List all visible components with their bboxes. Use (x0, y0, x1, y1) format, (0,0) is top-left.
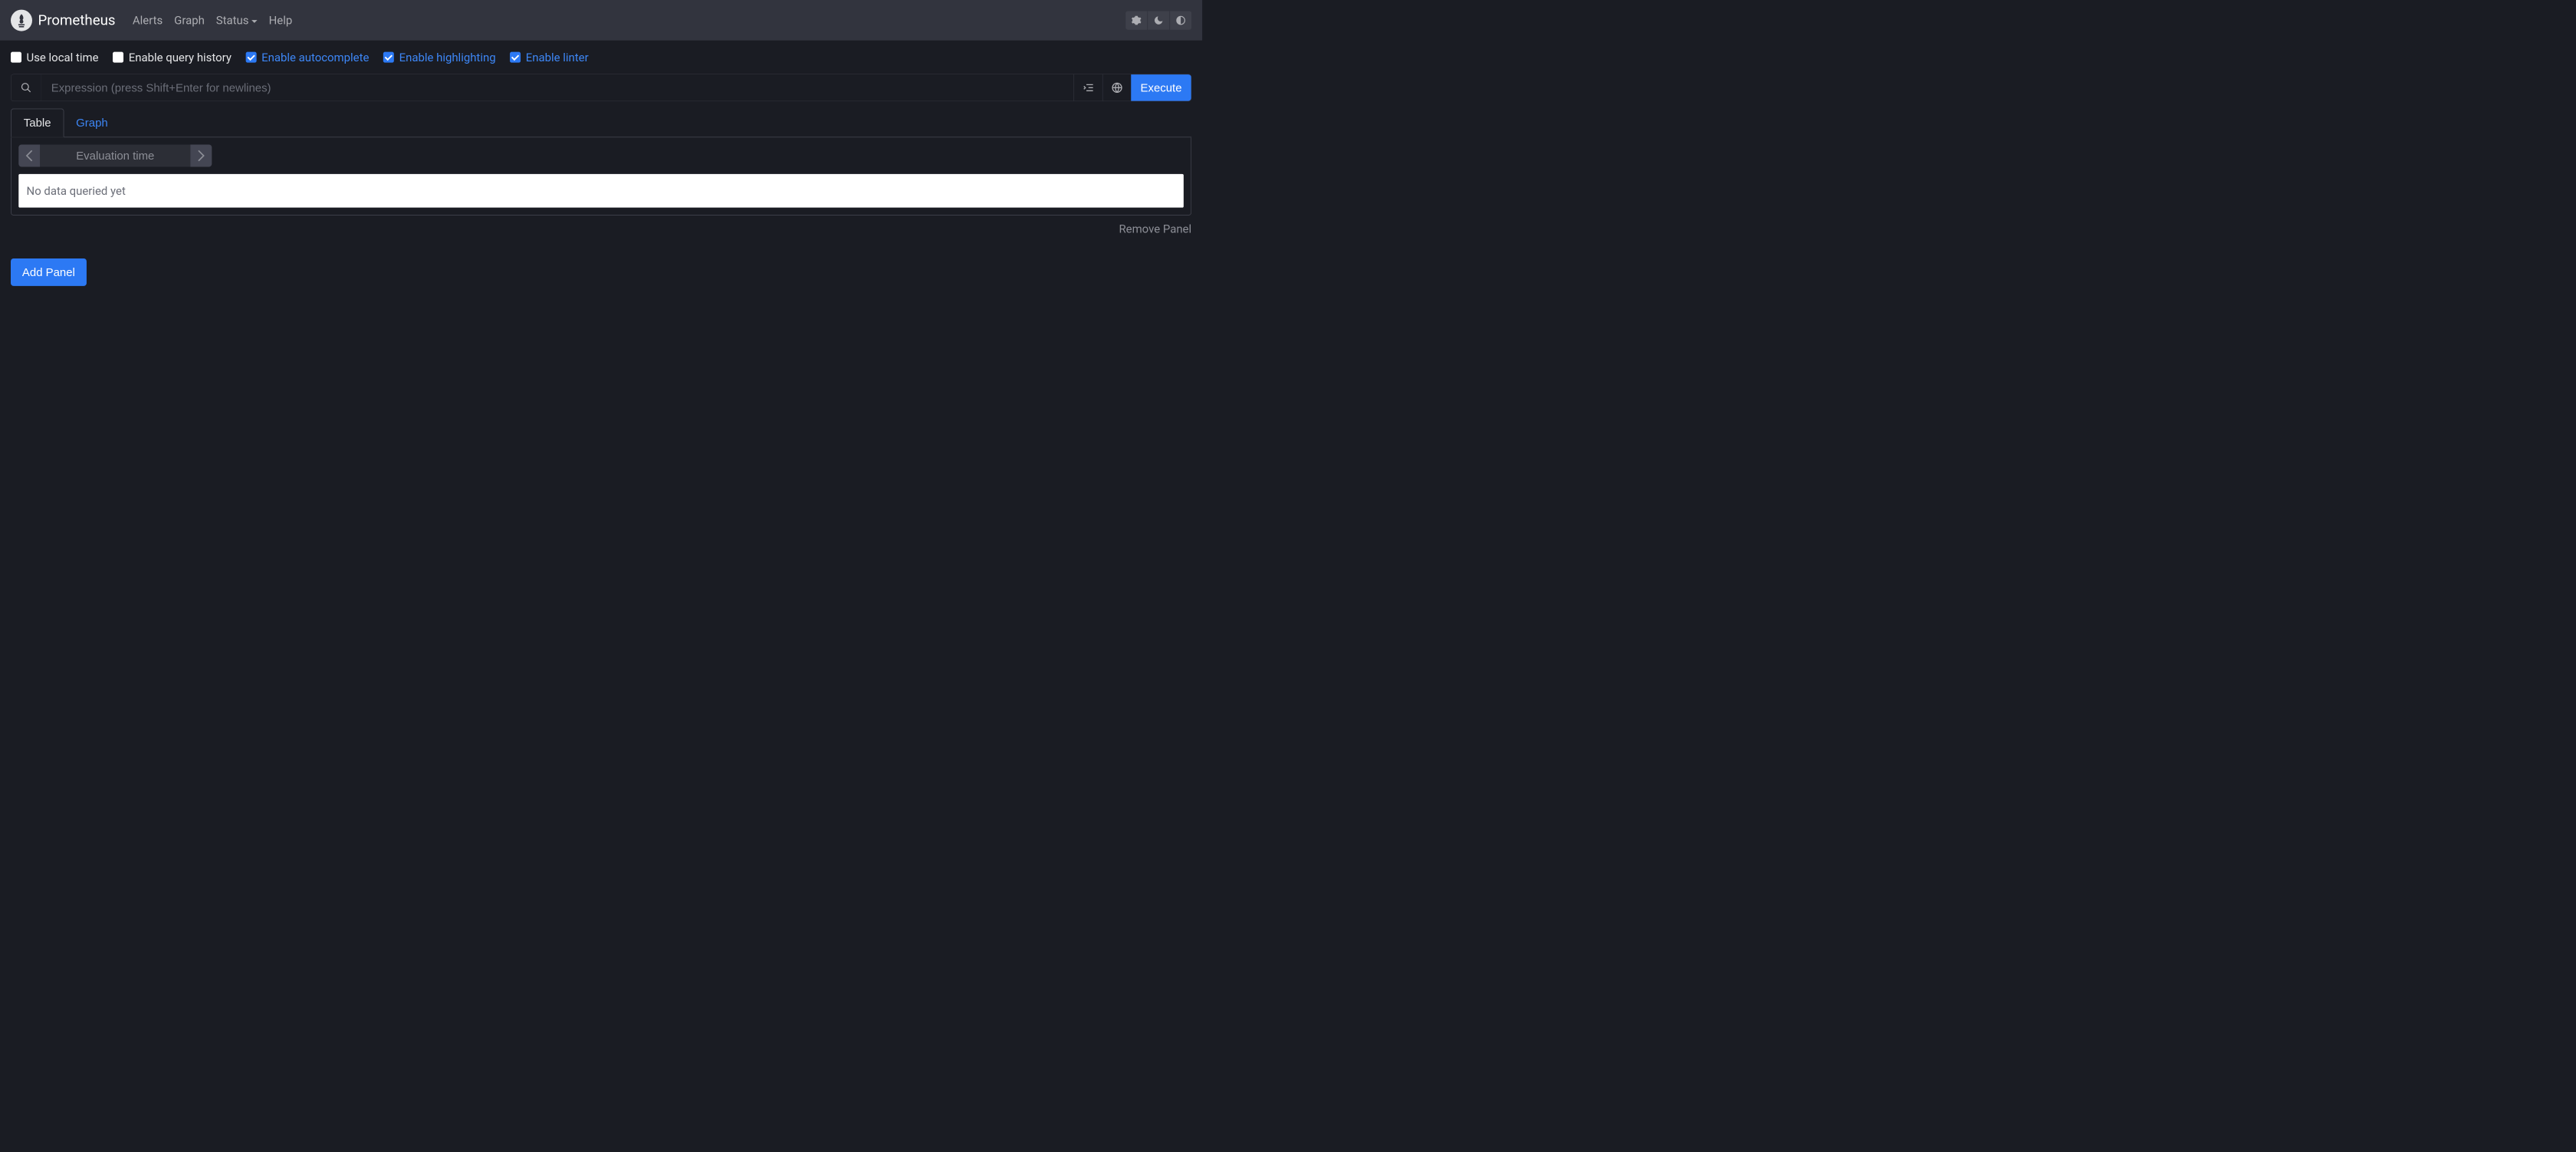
enable-query-history-label: Enable query history (129, 51, 232, 64)
gear-icon (1131, 15, 1142, 25)
enable-autocomplete-label: Enable autocomplete (261, 51, 369, 64)
main-content: Use local time Enable query history Enab… (0, 41, 1202, 296)
use-local-time-label: Use local time (27, 51, 99, 64)
add-panel-button[interactable]: Add Panel (11, 258, 87, 286)
indent-icon (1083, 81, 1095, 94)
enable-linter-option[interactable]: Enable linter (510, 51, 588, 64)
chevron-left-icon (25, 150, 33, 163)
nav-help[interactable]: Help (269, 14, 293, 28)
globe-icon (1111, 81, 1123, 94)
enable-highlighting-label: Enable highlighting (399, 51, 496, 64)
moon-icon (1153, 15, 1164, 25)
enable-linter-checkbox[interactable] (510, 52, 521, 63)
use-local-time-option[interactable]: Use local time (11, 51, 99, 64)
nav-right-icons (1125, 11, 1191, 29)
execute-button[interactable]: Execute (1131, 74, 1191, 101)
eval-time-prev-button[interactable] (18, 145, 40, 167)
tab-table[interactable]: Table (11, 108, 64, 137)
panel-body: No data queried yet (11, 137, 1191, 216)
expression-bar: Execute (11, 74, 1191, 101)
nav-status-label: Status (216, 14, 249, 28)
enable-query-history-option[interactable]: Enable query history (113, 51, 232, 64)
contrast-icon (1175, 15, 1186, 25)
metrics-explorer-button[interactable] (11, 74, 41, 101)
nav-status[interactable]: Status (216, 14, 258, 28)
remove-panel-link[interactable]: Remove Panel (11, 222, 1191, 235)
prometheus-logo-icon (11, 9, 32, 31)
search-icon (20, 82, 31, 94)
nav-alerts[interactable]: Alerts (133, 14, 163, 28)
nav-links: Alerts Graph Status Help (133, 14, 292, 28)
brand-text: Prometheus (38, 12, 115, 28)
query-result-message: No data queried yet (18, 174, 1184, 208)
tab-graph[interactable]: Graph (64, 108, 120, 137)
enable-query-history-checkbox[interactable] (113, 52, 123, 63)
expression-input[interactable] (41, 74, 1074, 101)
enable-linter-label: Enable linter (526, 51, 589, 64)
evaluation-time-input[interactable] (40, 145, 190, 167)
query-options-row: Use local time Enable query history Enab… (11, 51, 1191, 64)
use-local-time-checkbox[interactable] (11, 52, 21, 63)
eval-time-next-button[interactable] (190, 145, 212, 167)
top-navbar: Prometheus Alerts Graph Status Help (0, 0, 1202, 41)
dark-mode-button[interactable] (1148, 11, 1169, 29)
theme-toggle-button[interactable] (1170, 11, 1191, 29)
enable-highlighting-option[interactable]: Enable highlighting (383, 51, 496, 64)
chevron-down-icon (251, 20, 257, 23)
brand[interactable]: Prometheus (11, 9, 116, 31)
enable-autocomplete-option[interactable]: Enable autocomplete (246, 51, 370, 64)
settings-button[interactable] (1125, 11, 1147, 29)
enable-highlighting-checkbox[interactable] (383, 52, 394, 63)
evaluation-time-group (18, 145, 212, 167)
result-tabs: Table Graph (11, 108, 1191, 137)
expression-history-button[interactable] (1102, 74, 1131, 101)
nav-graph[interactable]: Graph (174, 14, 205, 28)
format-expression-button[interactable] (1074, 74, 1102, 101)
chevron-right-icon (197, 150, 205, 163)
enable-autocomplete-checkbox[interactable] (246, 52, 257, 63)
